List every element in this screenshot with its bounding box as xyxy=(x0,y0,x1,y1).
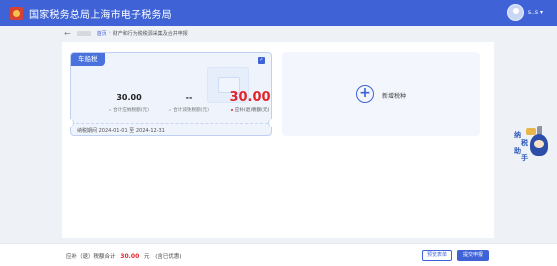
user-avatar-icon[interactable] xyxy=(506,4,524,21)
assistant-char: 手 xyxy=(521,154,528,162)
breadcrumb: ← 首页 › 财产和行为税税源采集及合并申报 xyxy=(62,26,494,40)
preview-form-button[interactable]: 预览表单 xyxy=(422,250,452,261)
plus-circle-icon[interactable]: + xyxy=(356,85,374,103)
tax-period: 纳税期间 2024-01-01 至 2024-12-31 xyxy=(77,128,165,134)
tax-bureau-emblem-icon xyxy=(10,6,23,20)
tax-amount-label: 合计应纳税额(元) xyxy=(113,108,149,113)
card-selected-checkbox[interactable]: ✓ xyxy=(258,57,265,64)
app-title: 国家税务总局上海市电子税务局 xyxy=(29,9,172,21)
card-notch xyxy=(67,119,74,127)
tax-type-tag: 车船税 xyxy=(71,53,105,66)
header-bar: 国家税务总局上海市电子税务局 s..s ▾ xyxy=(0,0,557,26)
main-content: 车船税 ✓ 30.00 合计应纳税额(元) -- 合计减免税额(元) 30.00… xyxy=(62,42,494,238)
add-tax-type-card[interactable]: + 新增税种 xyxy=(282,52,480,136)
user-menu[interactable]: s..s ▾ xyxy=(506,4,543,21)
total-amount: 30.00 xyxy=(120,253,140,260)
breadcrumb-home-link[interactable]: 首页 xyxy=(97,30,107,37)
refund-label: 应补(退)税额(元) xyxy=(234,108,270,113)
reduction-stat: -- 合计减免税额(元) xyxy=(159,93,219,113)
total-note: (含已优惠) xyxy=(155,254,182,260)
tax-amount-value: 30.00 xyxy=(116,93,142,102)
breadcrumb-current: 财产和行为税税源采集及合并申报 xyxy=(112,30,188,37)
assistant-char: 纳 xyxy=(514,131,521,139)
tax-amount-stat: 30.00 合计应纳税额(元) xyxy=(95,93,163,113)
assistant-char: 助 xyxy=(514,147,521,155)
reduction-label: 合计减免税额(元) xyxy=(173,108,209,113)
total-label: 应补（退）税额合计 xyxy=(66,254,116,260)
tax-assistant-widget[interactable]: 纳 税 助 手 xyxy=(512,128,550,162)
bullet-dot-icon xyxy=(230,108,233,111)
chevron-down-icon[interactable]: ▾ xyxy=(540,9,543,16)
vehicle-tax-card[interactable]: 车船税 ✓ 30.00 合计应纳税额(元) -- 合计减免税额(元) 30.00… xyxy=(67,52,275,136)
refund-value: 30.00 xyxy=(229,90,271,105)
total-summary: 应补（退）税额合计 30.00 元 (含已优惠) xyxy=(66,252,182,260)
assistant-mascot-icon[interactable] xyxy=(530,134,548,156)
bullet-dot-icon xyxy=(169,108,172,111)
user-name[interactable]: s..s xyxy=(528,9,538,16)
reduction-value: -- xyxy=(185,93,193,102)
card-notch xyxy=(268,119,275,127)
add-tax-type-label[interactable]: 新增税种 xyxy=(382,91,406,100)
refund-stat: 30.00 应补(退)税额(元) xyxy=(221,90,279,113)
breadcrumb-separator: › xyxy=(108,30,111,36)
assistant-char: 税 xyxy=(521,139,528,147)
back-arrow-icon[interactable]: ← xyxy=(64,29,71,38)
total-unit: 元 xyxy=(144,254,150,260)
bullet-dot-icon xyxy=(109,108,112,111)
breadcrumb-placeholder xyxy=(76,30,91,36)
card-divider xyxy=(71,123,273,124)
footer-bar: 应补（退）税额合计 30.00 元 (含已优惠) 预览表单 提交申报 xyxy=(0,243,557,266)
submit-declaration-button[interactable]: 提交申报 xyxy=(457,250,489,261)
